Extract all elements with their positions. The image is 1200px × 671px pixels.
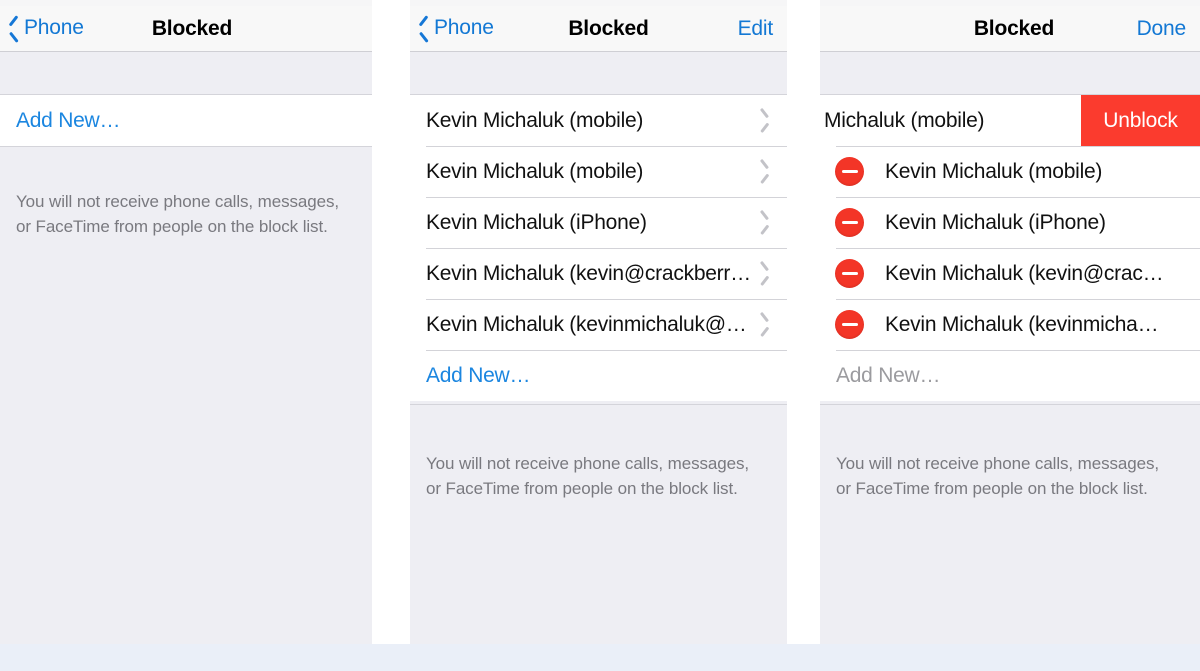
- footer-note: You will not receive phone calls, messag…: [410, 405, 787, 501]
- list-footer: You will not receive phone calls, messag…: [820, 404, 1200, 644]
- done-button[interactable]: Done: [1137, 17, 1187, 41]
- blocked-contact-row[interactable]: Kevin Michaluk (kevin@crackberr…: [410, 248, 787, 299]
- blocked-contact-row[interactable]: Kevin Michaluk (kevinmichaluk@…: [410, 299, 787, 350]
- blocked-list-group: Kevin Michaluk (mobile) Kevin Michaluk (…: [410, 95, 787, 401]
- add-new-label: Add New…: [836, 363, 941, 387]
- footer-note-line-2: or FaceTime from people on the block lis…: [16, 217, 328, 236]
- blocked-contact-row[interactable]: Kevin Michaluk (iPhone): [410, 197, 787, 248]
- blocked-contact-label: Kevin Michaluk (iPhone): [885, 210, 1106, 234]
- footer-note-line-2: or FaceTime from people on the block lis…: [426, 479, 738, 498]
- screenshot-stage: Phone Blocked Add New… You will not rece…: [0, 0, 1200, 671]
- blocked-contact-label: Kevin Michaluk (kevinmicha…: [885, 312, 1159, 336]
- delete-minus-icon[interactable]: [835, 157, 864, 186]
- navigation-bar: Phone Blocked Edit: [410, 6, 787, 52]
- footer-note: You will not receive phone calls, messag…: [0, 147, 372, 239]
- page-title: Blocked: [151, 17, 233, 40]
- list-footer: You will not receive phone calls, messag…: [0, 146, 372, 644]
- section-gap: [820, 53, 1200, 95]
- panel-blocked-list: Phone Blocked Edit Kevin Michaluk (mobil…: [410, 0, 787, 644]
- chevron-right-icon: [760, 265, 770, 282]
- blocked-contact-row-swiped[interactable]: Michaluk (mobile) Unblock: [820, 95, 1200, 146]
- blocked-contact-row[interactable]: Kevin Michaluk (kevinmicha…: [820, 299, 1200, 350]
- chevron-right-icon: [760, 316, 770, 333]
- edit-button[interactable]: Edit: [738, 17, 774, 41]
- footer-note-line-1: You will not receive phone calls, messag…: [16, 192, 339, 211]
- add-new-label: Add New…: [16, 108, 121, 132]
- blocked-contact-row[interactable]: Kevin Michaluk (mobile): [410, 95, 787, 146]
- chevron-right-icon: [760, 214, 770, 231]
- page-title: Blocked: [568, 17, 649, 40]
- navigation-bar: Blocked Done: [820, 6, 1200, 52]
- blocked-contact-label: Kevin Michaluk (mobile): [426, 159, 644, 183]
- chevron-right-icon: [760, 112, 770, 129]
- blocked-contact-label: Kevin Michaluk (mobile): [426, 108, 644, 132]
- section-gap: [410, 53, 787, 95]
- section-gap: [0, 53, 372, 95]
- blocked-list-group: Add New…: [0, 95, 372, 146]
- blocked-contact-row[interactable]: Kevin Michaluk (mobile): [820, 146, 1200, 197]
- panel-blocked-edit: Blocked Done Michaluk (mobile) Unblock K…: [820, 0, 1200, 644]
- navigation-bar: Phone Blocked: [0, 6, 372, 52]
- add-new-row[interactable]: Add New…: [0, 95, 372, 146]
- delete-minus-icon[interactable]: [835, 259, 864, 288]
- delete-minus-icon[interactable]: [835, 208, 864, 237]
- blocked-contact-label: Kevin Michaluk (kevin@crac…: [885, 261, 1164, 285]
- chevron-right-icon: [760, 163, 770, 180]
- list-footer: You will not receive phone calls, messag…: [410, 404, 787, 644]
- footer-note-line-2: or FaceTime from people on the block lis…: [836, 479, 1148, 498]
- add-new-row[interactable]: Add New…: [410, 350, 787, 401]
- unblock-button[interactable]: Unblock: [1081, 95, 1200, 146]
- blocked-contact-label: Kevin Michaluk (kevin@crackberr…: [426, 261, 751, 285]
- page-background-band: [0, 644, 1200, 671]
- blocked-contact-label: Kevin Michaluk (iPhone): [426, 210, 647, 234]
- blocked-contact-label: Michaluk (mobile): [824, 108, 985, 132]
- blocked-list-group: Michaluk (mobile) Unblock Kevin Michaluk…: [820, 95, 1200, 401]
- blocked-contact-row[interactable]: Kevin Michaluk (iPhone): [820, 197, 1200, 248]
- blocked-contact-label: Kevin Michaluk (mobile): [885, 159, 1103, 183]
- add-new-label: Add New…: [426, 363, 531, 387]
- footer-note-line-1: You will not receive phone calls, messag…: [426, 454, 749, 473]
- blocked-contact-row[interactable]: Kevin Michaluk (mobile): [410, 146, 787, 197]
- footer-note: You will not receive phone calls, messag…: [820, 405, 1200, 501]
- blocked-contact-label: Kevin Michaluk (kevinmichaluk@…: [426, 312, 747, 336]
- blocked-contact-row[interactable]: Kevin Michaluk (kevin@crac…: [820, 248, 1200, 299]
- delete-minus-icon[interactable]: [835, 310, 864, 339]
- panel-blocked-empty: Phone Blocked Add New… You will not rece…: [0, 0, 372, 644]
- footer-note-line-1: You will not receive phone calls, messag…: [836, 454, 1159, 473]
- add-new-row: Add New…: [820, 350, 1200, 401]
